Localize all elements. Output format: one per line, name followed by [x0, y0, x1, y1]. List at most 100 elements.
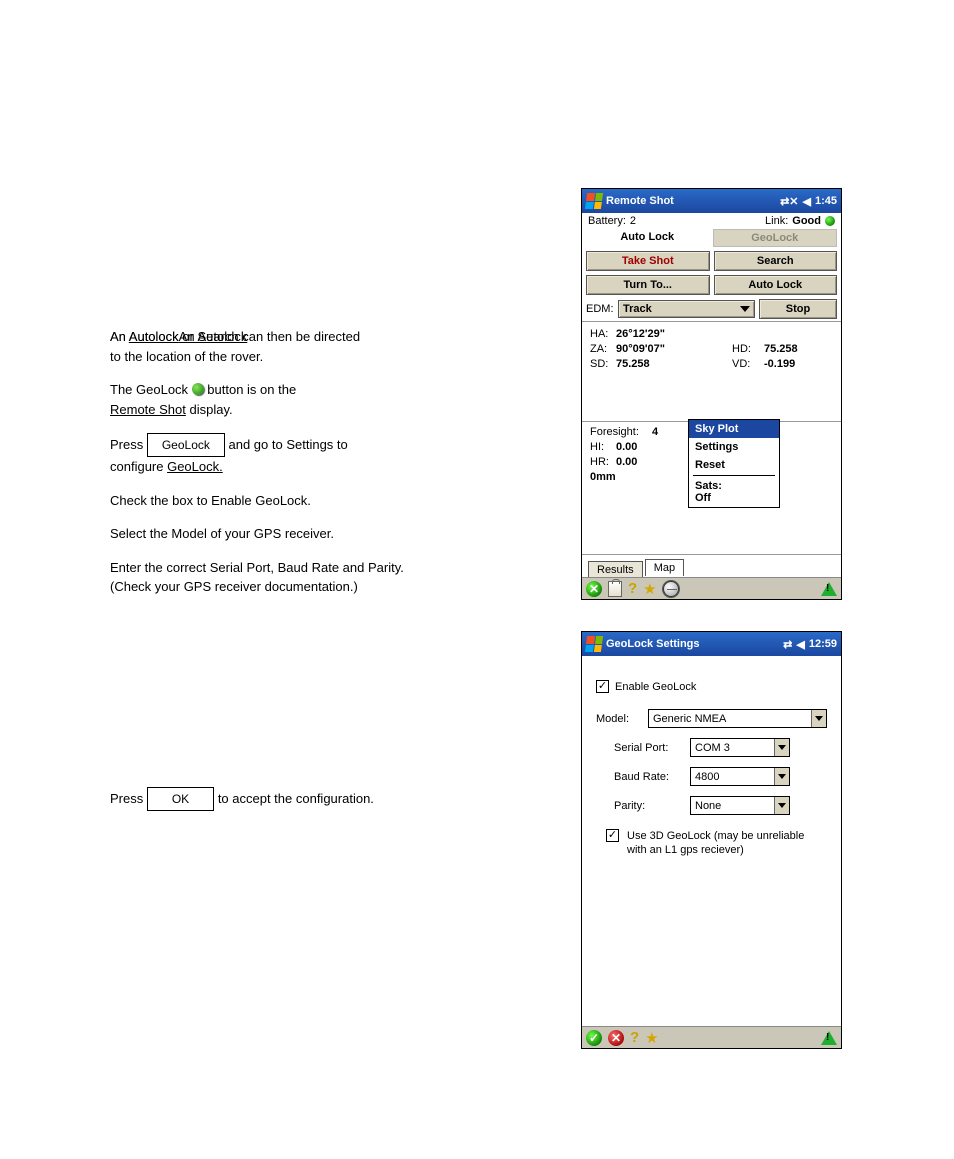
stop-button[interactable]: Stop	[759, 299, 837, 319]
battery-label: Battery:	[588, 215, 626, 227]
autolock-mode-label: Auto Lock	[586, 229, 709, 247]
use-3d-geolock-row[interactable]: ✓ Use 3D GeoLock (may be unreliable with…	[606, 829, 827, 858]
clipboard-icon[interactable]	[608, 581, 622, 597]
geolock-inline-icon	[192, 383, 204, 395]
vd-label: VD:	[732, 358, 750, 370]
foresight-label: Foresight:	[590, 426, 652, 438]
menu-settings[interactable]: Settings	[689, 438, 779, 456]
doc-para-4: Check the box to Enable GeoLock.	[110, 491, 530, 511]
sd-label: SD:	[590, 358, 616, 370]
autolock-link[interactable]: Autolock	[129, 329, 179, 344]
hr-label: HR:	[590, 456, 616, 468]
ok-box-button[interactable]: OK	[147, 787, 214, 811]
serial-port-value: COM 3	[695, 742, 730, 754]
model-select[interactable]: Generic NMEA	[648, 709, 827, 728]
parity-row: Parity: None	[614, 796, 827, 815]
za-label: ZA:	[590, 343, 616, 355]
serial-port-select[interactable]: COM 3	[690, 738, 790, 757]
sats-value: Off	[695, 492, 711, 504]
auto-lock-button[interactable]: Auto Lock	[714, 275, 838, 295]
parity-label: Parity:	[614, 800, 682, 812]
battery-value: 2	[630, 215, 636, 227]
ok-icon[interactable]: ✓	[586, 1030, 602, 1046]
connectivity-icon[interactable]: ⇄	[783, 638, 792, 651]
help-icon[interactable]: ?	[630, 1029, 639, 1046]
remote-shot-screen: Remote Shot ⇄✕ ◀ 1:45 Battery:2 Link: Go…	[581, 188, 842, 600]
menu-reset[interactable]: Reset	[689, 456, 779, 474]
remote-shot-link[interactable]: Remote Shot	[110, 402, 186, 417]
chevron-down-icon	[774, 768, 789, 785]
warning-icon[interactable]	[821, 582, 837, 596]
hd-value: 75.258	[764, 343, 798, 355]
warning-icon[interactable]	[821, 1031, 837, 1045]
parity-select[interactable]: None	[690, 796, 790, 815]
tab-map[interactable]: Map	[645, 559, 684, 576]
hd-label: HD:	[732, 343, 751, 355]
doc-para-5: Select the Model of your GPS receiver.	[110, 524, 530, 544]
chevron-down-icon	[774, 739, 789, 756]
chevron-down-icon	[811, 710, 826, 727]
take-shot-button[interactable]: Take Shot	[586, 251, 710, 271]
doc-para-7: Press OK to accept the configuration.	[110, 787, 530, 811]
chevron-down-icon	[740, 306, 750, 312]
sats-label: Sats:	[695, 480, 722, 492]
bottom-toolbar: ✓ ✕ ? ★	[582, 1026, 841, 1048]
globe-icon[interactable]	[663, 581, 679, 597]
geolock-box-button[interactable]: GeoLock	[147, 433, 225, 457]
speaker-icon[interactable]: ◀	[796, 638, 804, 651]
cancel-icon[interactable]: ✕	[608, 1030, 624, 1046]
edm-select[interactable]: Track	[618, 300, 755, 318]
baud-rate-select[interactable]: 4800	[690, 767, 790, 786]
geolock-settings-screen: GeoLock Settings ⇄ ◀ 12:59 ✓ Enable GeoL…	[581, 631, 842, 1049]
geolock-mode-label: GeoLock	[713, 229, 838, 247]
checkbox-icon[interactable]: ✓	[606, 829, 619, 842]
doc-para-2: The GeoLock button is on the Remote Shot…	[110, 380, 530, 419]
speaker-icon[interactable]: ◀	[803, 195, 811, 208]
enable-geolock-checkbox-row[interactable]: ✓ Enable GeoLock	[596, 680, 827, 693]
readings-panel: HA:26°12'29" ZA:90°09'07" HD:75.258 SD:7…	[582, 321, 841, 421]
zero-mm-value: 0mm	[590, 471, 616, 483]
foresight-value: 4	[652, 426, 658, 438]
link-status-icon	[825, 216, 835, 226]
geolock-link[interactable]: GeoLock.	[167, 459, 223, 474]
checkbox-icon[interactable]: ✓	[596, 680, 609, 693]
settings-body: ✓ Enable GeoLock Model: Generic NMEA Ser…	[582, 656, 841, 858]
parity-value: None	[695, 800, 721, 812]
serial-port-row: Serial Port: COM 3	[614, 738, 827, 757]
title-bar: Remote Shot ⇄✕ ◀ 1:45	[582, 189, 841, 213]
bottom-toolbar: ✕ ? ★	[582, 577, 841, 599]
use-3d-geolock-label: Use 3D GeoLock (may be unreliable with a…	[627, 829, 822, 858]
star-icon[interactable]: ★	[643, 580, 656, 598]
tab-results[interactable]: Results	[588, 561, 643, 578]
screen-title: GeoLock Settings	[606, 638, 700, 650]
model-value: Generic NMEA	[653, 713, 726, 725]
connectivity-icon[interactable]: ⇄✕	[780, 195, 798, 208]
model-label: Model:	[596, 713, 640, 725]
baud-rate-label: Baud Rate:	[614, 771, 682, 783]
ha-label: HA:	[590, 328, 616, 340]
doc-text-column: An Autolock or Search can then be direct…	[110, 327, 530, 825]
serial-port-label: Serial Port:	[614, 742, 682, 754]
clock-time: 12:59	[809, 638, 837, 650]
menu-sky-plot[interactable]: Sky Plot	[689, 420, 779, 438]
doc-para-6: Enter the correct Serial Port, Baud Rate…	[110, 558, 530, 597]
doc-para-3: Press GeoLock and go to Settings to conf…	[110, 433, 530, 477]
baud-rate-value: 4800	[695, 771, 719, 783]
turn-to-button[interactable]: Turn To...	[586, 275, 710, 295]
help-icon[interactable]: ?	[628, 580, 637, 597]
star-icon[interactable]: ★	[645, 1029, 658, 1047]
lower-panel: Foresight:4 HI:0.00 HR:0.00 0mm 106 119 …	[582, 421, 841, 526]
hi-value: 0.00	[616, 441, 637, 453]
chevron-down-icon	[774, 797, 789, 814]
clock-time: 1:45	[815, 195, 837, 207]
hr-value: 0.00	[616, 456, 637, 468]
search-button[interactable]: Search	[714, 251, 838, 271]
doc-para-1: An Autolock or Search can then be direct…	[110, 327, 530, 366]
vd-value: -0.199	[764, 358, 795, 370]
context-menu: Sky Plot Settings Reset Sats: Off	[688, 419, 780, 508]
search-link[interactable]: Search	[197, 329, 238, 344]
title-bar: GeoLock Settings ⇄ ◀ 12:59	[582, 632, 841, 656]
edm-label: EDM:	[586, 303, 614, 315]
close-icon[interactable]: ✕	[586, 581, 602, 597]
enable-geolock-label: Enable GeoLock	[615, 681, 696, 693]
